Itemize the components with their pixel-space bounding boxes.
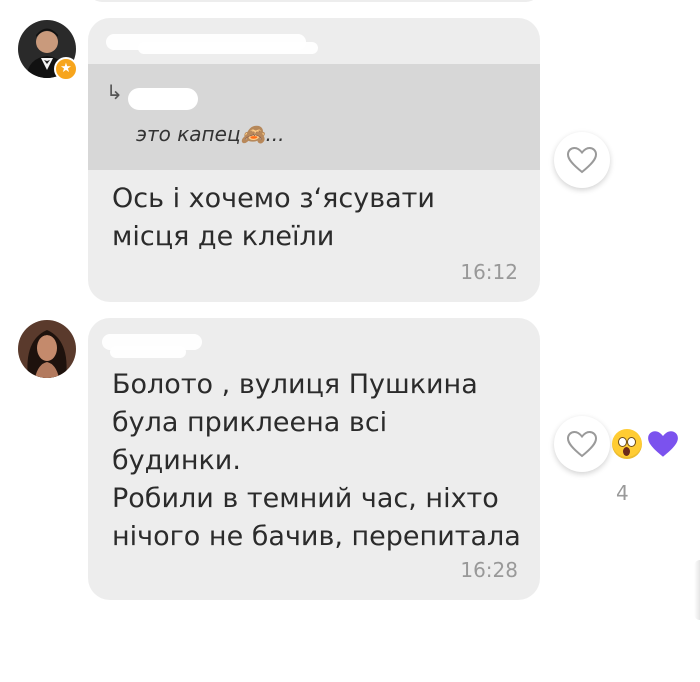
heart-outline-icon bbox=[566, 430, 598, 458]
message-text: Болото , вулиця Пушкина була приклеена в… bbox=[112, 369, 521, 552]
message-reactions[interactable] bbox=[612, 426, 680, 462]
sender-name-redacted-tail bbox=[138, 42, 318, 54]
previous-message-bubble bbox=[88, 0, 540, 2]
heart-outline-icon bbox=[566, 146, 598, 174]
message-time: 16:28 bbox=[460, 558, 518, 582]
reply-author-redacted bbox=[128, 88, 198, 110]
reply-quote[interactable]: ↳ это капец🙈... bbox=[88, 64, 540, 170]
reply-quote-text: это капец🙈... bbox=[136, 122, 285, 146]
like-button-1[interactable] bbox=[554, 132, 610, 188]
star-icon: ★ bbox=[60, 61, 72, 76]
message-time: 16:12 bbox=[460, 260, 518, 284]
scroll-edge bbox=[694, 560, 700, 620]
purple-heart-icon bbox=[648, 431, 678, 457]
sender-name-redacted-tail bbox=[110, 346, 186, 358]
wow-emoji-icon bbox=[612, 429, 642, 459]
reply-arrow-icon: ↳ bbox=[106, 80, 123, 104]
like-button-2[interactable] bbox=[554, 416, 610, 472]
message-bubble-2[interactable]: Болото , вулиця Пушкина була приклеена в… bbox=[88, 318, 540, 600]
reaction-count[interactable]: 4 bbox=[616, 481, 629, 505]
star-badge: ★ bbox=[54, 57, 78, 81]
message-text: Ось і хочемо з‘ясувати місця де клеїли bbox=[112, 183, 435, 252]
message-bubble-1[interactable]: ↳ это капец🙈... Ось і хочемо з‘ясувати м… bbox=[88, 18, 540, 302]
user-avatar-woman-icon bbox=[18, 320, 76, 378]
sender-avatar-2[interactable] bbox=[18, 320, 76, 378]
